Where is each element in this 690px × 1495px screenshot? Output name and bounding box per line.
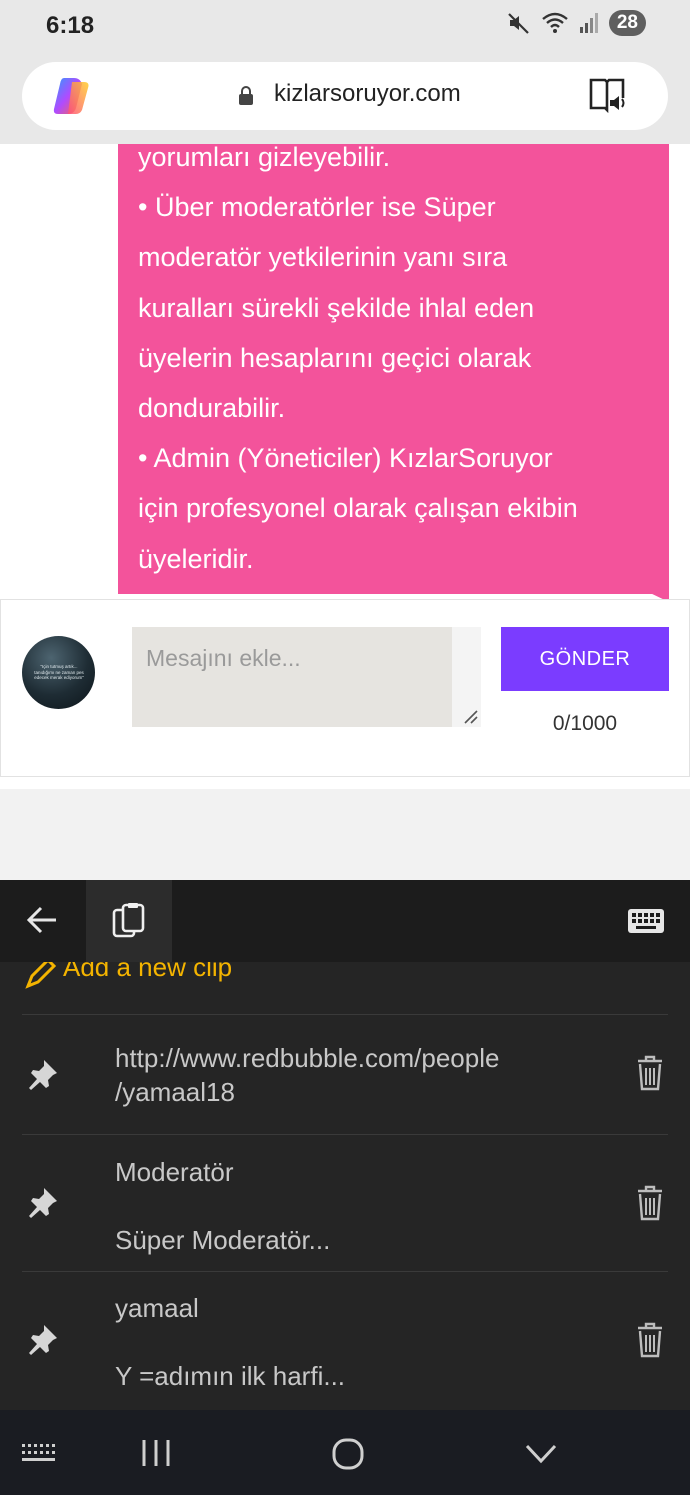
bubble-line: üyelerin hesaplarını geçici olarak [138,342,532,373]
add-clip-button[interactable]: Add a new clip [63,962,232,983]
message-bubble: yorumları gizleyebilir. • Über moderatör… [118,144,669,594]
system-nav-bar [0,1410,690,1495]
reader-mode-icon[interactable] [588,76,628,114]
wifi-icon [542,12,568,33]
url-text[interactable]: kizlarsoruyor.com [274,80,461,108]
message-composer: "Için tutmuş artık... tanıdığımı ne zama… [0,599,690,777]
resize-handle-icon[interactable] [457,703,481,727]
clipboard-icon [112,903,145,938]
browser-toolbar: kizlarsoruyor.com [0,52,690,144]
pencil-icon[interactable] [24,962,58,990]
lock-icon [239,86,253,105]
copilot-logo[interactable] [52,76,94,116]
pin-icon[interactable] [26,1322,60,1356]
signal-icon [579,13,598,33]
clip-text-line1: yamaal [115,1293,199,1323]
message-input-wrapper [132,627,481,727]
trash-icon[interactable] [636,1055,664,1091]
recents-icon[interactable] [140,1438,172,1468]
status-bar: 6:18 28 [0,0,690,52]
battery-badge: 28 [608,10,646,36]
avatar-caption: "Için tutmuş artık... tanıdığımı ne zama… [34,664,84,680]
trash-icon[interactable] [636,1185,664,1221]
clip-text-line1: http://www.redbubble.com/people [115,1043,500,1073]
bubble-line: için profesyonel olarak çalışan ekibin [138,493,578,524]
bubble-line: • Admin (Yöneticiler) KızlarSoruyor [138,443,553,474]
clip-item[interactable]: Moderatör Süper Moderatör... [22,1134,668,1271]
clip-text-line1: Moderatör [115,1157,234,1187]
bubble-line: kuralları sürekli şekilde ihlal eden [138,292,535,323]
status-time: 6:18 [46,12,95,39]
keyboard-toolbar [0,880,690,962]
clip-text-line2: Süper Moderatör... [115,1225,331,1255]
clip-text-line2: /yamaal18 [115,1077,235,1107]
clip-item[interactable]: yamaal Y =adımın ilk harfi... [22,1271,668,1410]
keyboard-toggle-icon[interactable] [20,1440,56,1468]
web-page: yorumları gizleyebilir. • Über moderatör… [0,144,690,880]
char-count: 0/1000 [552,712,618,735]
send-button[interactable]: GÖNDER [501,627,669,691]
clipboard-tab[interactable] [86,880,172,962]
bubble-line: yorumları gizleyebilir. [138,144,391,172]
status-icons: 28 [507,10,646,36]
home-icon[interactable] [332,1438,364,1470]
bubble-line: moderatör yetkilerinin yanı sıra [138,242,508,273]
clipboard-panel: Add a new clip http://www.redbubble.com/… [0,962,690,1410]
pin-icon[interactable] [26,1185,60,1219]
back-arrow-icon[interactable] [25,904,59,936]
bubble-line: üyeleridir. [138,543,254,574]
address-bar[interactable]: kizlarsoruyor.com [22,62,668,130]
mute-icon [508,13,529,34]
keyboard-icon[interactable] [627,908,665,934]
message-input[interactable] [132,627,452,727]
bubble-line: • Über moderatörler ise Süper [138,192,496,223]
trash-icon[interactable] [636,1322,664,1358]
avatar[interactable]: "Için tutmuş artık... tanıdığımı ne zama… [22,636,95,709]
page-footer-band [0,789,690,880]
bubble-line: dondurabilir. [138,393,286,424]
clip-text-line2: Y =adımın ilk harfi... [115,1361,346,1391]
pin-icon[interactable] [26,1057,60,1091]
clip-item[interactable]: http://www.redbubble.com/people /yamaal1… [22,1014,668,1134]
chevron-down-icon[interactable] [524,1442,558,1466]
